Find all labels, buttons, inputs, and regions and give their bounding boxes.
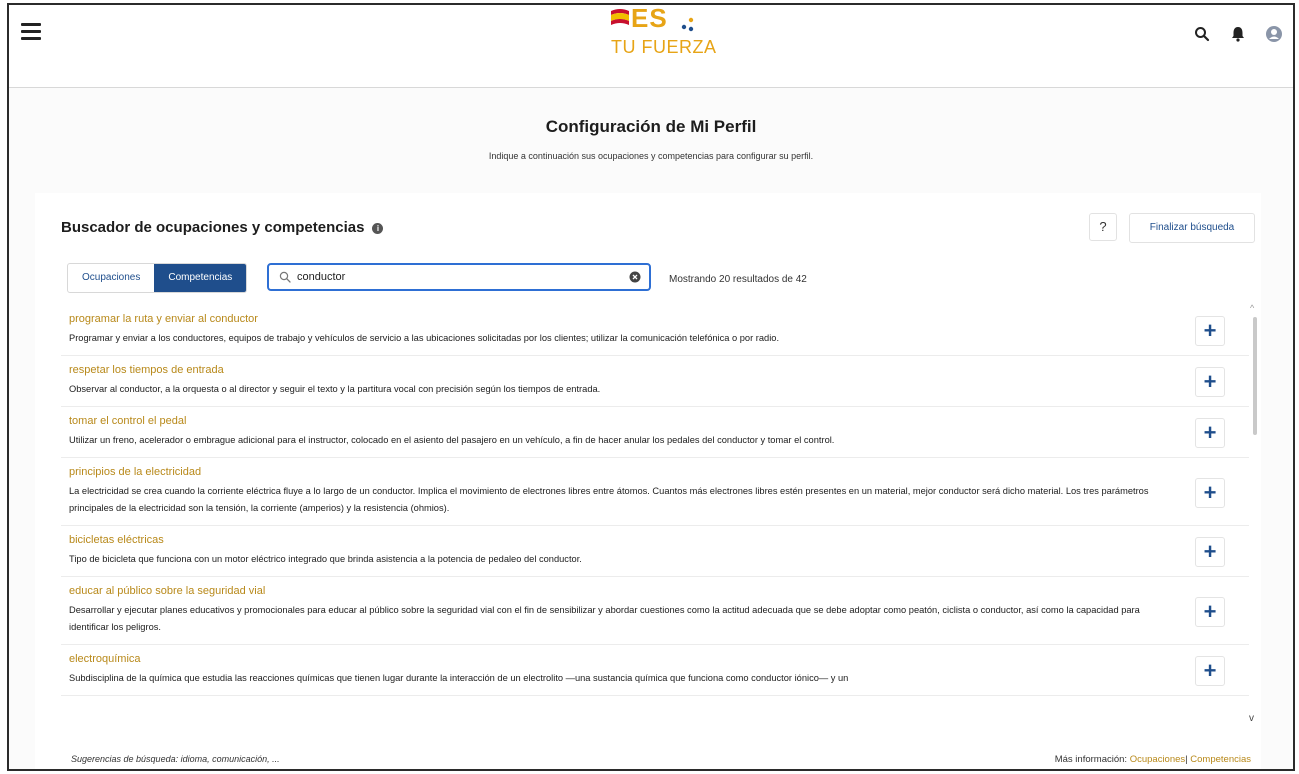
search-tabs: Ocupaciones Competencias bbox=[67, 263, 248, 293]
list-item: tomar el control el pedal Utilizar un fr… bbox=[61, 407, 1249, 458]
result-description: Desarrollar y ejecutar planes educativos… bbox=[69, 605, 1140, 632]
list-item: respetar los tiempos de entrada Observar… bbox=[61, 356, 1249, 407]
page-header: Configuración de Mi Perfil Indique a con… bbox=[9, 117, 1293, 161]
search-suggestions: Sugerencias de búsqueda: idioma, comunic… bbox=[71, 754, 280, 764]
result-title[interactable]: respetar los tiempos de entrada bbox=[69, 364, 1179, 376]
result-title[interactable]: bicicletas eléctricas bbox=[69, 534, 1179, 546]
list-item: electroquímica Subdisciplina de la quími… bbox=[61, 645, 1249, 696]
results-list: programar la ruta y enviar al conductor … bbox=[61, 305, 1249, 743]
chevron-down-icon[interactable]: v bbox=[1249, 713, 1254, 724]
add-button[interactable]: + bbox=[1195, 367, 1225, 397]
help-button[interactable]: ? bbox=[1089, 213, 1117, 241]
result-description: Observar al conductor, a la orquesta o a… bbox=[69, 384, 601, 394]
clear-icon[interactable] bbox=[629, 271, 641, 283]
result-title[interactable]: programar la ruta y enviar al conductor bbox=[69, 313, 1179, 325]
list-item: educar al público sobre la seguridad via… bbox=[61, 577, 1249, 645]
add-button[interactable]: + bbox=[1195, 656, 1225, 686]
user-icon[interactable] bbox=[1265, 25, 1283, 43]
search-card: Buscador de ocupaciones y competencias i … bbox=[35, 193, 1261, 769]
list-item: bicicletas eléctricas Tipo de bicicleta … bbox=[61, 526, 1249, 577]
scroll-up-icon[interactable]: ^ bbox=[1250, 303, 1254, 313]
search-input[interactable] bbox=[297, 268, 617, 286]
tab-competencies[interactable]: Competencias bbox=[154, 264, 247, 292]
link-separator: | bbox=[1185, 754, 1188, 765]
scroll-thumb[interactable] bbox=[1253, 317, 1257, 435]
search-panel-title-text: Buscador de ocupaciones y competencias bbox=[61, 219, 365, 236]
more-info: Más información: Ocupaciones| Competenci… bbox=[1055, 754, 1251, 765]
info-icon[interactable]: i bbox=[372, 222, 384, 234]
page-subtitle: Indique a continuación sus ocupaciones y… bbox=[488, 151, 814, 161]
competencies-link[interactable]: Competencias bbox=[1190, 754, 1251, 765]
result-title[interactable]: tomar el control el pedal bbox=[69, 415, 1179, 427]
result-title[interactable]: electroquímica bbox=[69, 653, 1179, 665]
top-bar: ES TU FUERZA bbox=[9, 5, 1293, 88]
more-info-label: Más información: bbox=[1054, 754, 1128, 765]
result-title[interactable]: educar al público sobre la seguridad via… bbox=[69, 585, 1179, 597]
result-description: Tipo de bicicleta que funciona con un mo… bbox=[69, 554, 582, 564]
list-item: principios de la electricidad La electri… bbox=[61, 458, 1249, 526]
menu-icon[interactable] bbox=[21, 23, 41, 41]
tab-occupations[interactable]: Ocupaciones bbox=[68, 264, 154, 292]
search-box bbox=[267, 263, 651, 291]
result-description: Subdisciplina de la química que estudia … bbox=[69, 673, 849, 683]
result-description: Programar y enviar a los conductores, eq… bbox=[69, 333, 780, 343]
result-description: La electricidad se crea cuando la corrie… bbox=[69, 486, 1149, 513]
add-button[interactable]: + bbox=[1195, 316, 1225, 346]
logo[interactable]: ES TU FUERZA bbox=[609, 5, 719, 65]
add-button[interactable]: + bbox=[1195, 596, 1225, 627]
result-description: Utilizar un freno, acelerador o embrague… bbox=[69, 435, 835, 445]
header-actions bbox=[1189, 25, 1289, 45]
search-panel-title: Buscador de ocupaciones y competencias i bbox=[61, 219, 384, 236]
flag-icon bbox=[611, 9, 629, 25]
logo-text: ES bbox=[631, 3, 668, 33]
add-button[interactable]: + bbox=[1195, 537, 1225, 567]
search-icon[interactable] bbox=[1193, 25, 1211, 43]
dots-icon bbox=[681, 17, 694, 32]
app-window: ES TU FUERZA Configuración de Mi Perfil … bbox=[7, 3, 1295, 771]
add-button[interactable]: + bbox=[1195, 477, 1225, 508]
results-count: Mostrando 20 resultados de 42 bbox=[669, 274, 807, 285]
search-icon bbox=[279, 271, 291, 283]
page-title: Configuración de Mi Perfil bbox=[545, 117, 757, 136]
occupations-link[interactable]: Ocupaciones bbox=[1130, 754, 1185, 765]
scrollbar[interactable]: ^ v bbox=[1249, 303, 1261, 743]
logo-subtitle: TU FUERZA bbox=[611, 37, 717, 57]
add-button[interactable]: + bbox=[1195, 418, 1225, 448]
finish-search-button[interactable]: Finalizar búsqueda bbox=[1129, 213, 1255, 243]
list-item: programar la ruta y enviar al conductor … bbox=[61, 305, 1249, 356]
result-title[interactable]: principios de la electricidad bbox=[69, 466, 1179, 478]
bell-icon[interactable] bbox=[1229, 25, 1247, 43]
